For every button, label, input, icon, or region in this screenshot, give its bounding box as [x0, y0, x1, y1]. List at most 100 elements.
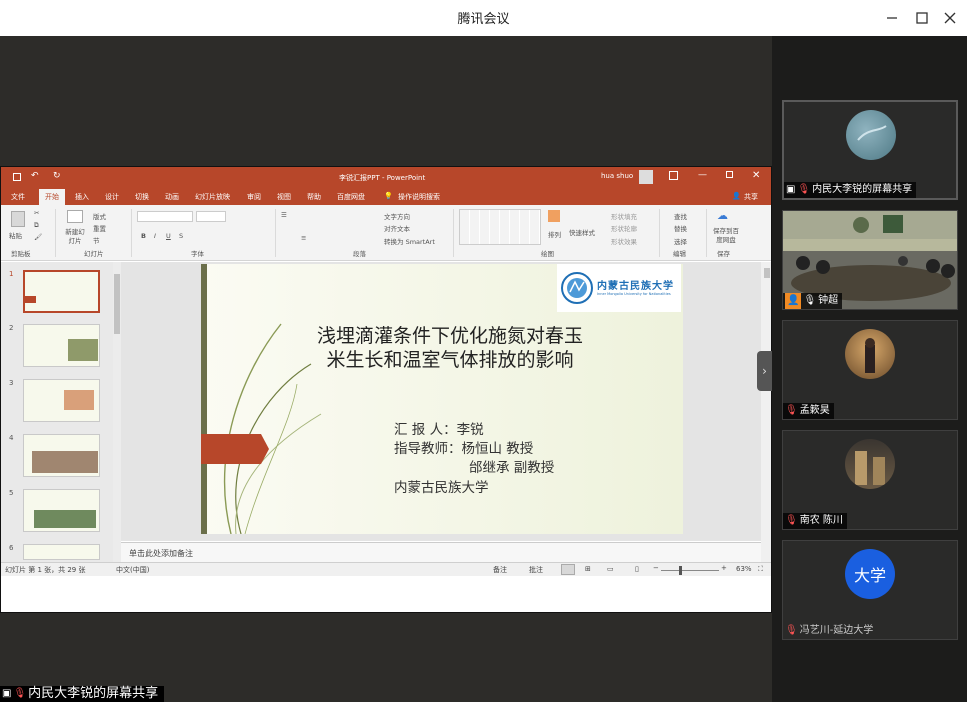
tab-animations[interactable]: 动画 [165, 192, 179, 202]
tab-file[interactable]: 文件 [11, 192, 25, 202]
bold-icon[interactable]: B [141, 232, 146, 240]
participant-label: 🎙 冯艺川-延边大学 [783, 623, 877, 639]
save-baidu-button[interactable]: 保存到百度网盘 [711, 227, 741, 245]
share-icon[interactable]: 👤 [732, 192, 741, 200]
tab-design[interactable]: 设计 [105, 192, 119, 202]
format-painter-icon[interactable]: 🖌 [34, 233, 42, 241]
tell-me-search[interactable]: 操作说明搜索 [398, 192, 440, 202]
notes-button[interactable]: 备注 [493, 565, 507, 575]
zoom-level[interactable]: 63% [736, 565, 752, 573]
font-size-dropdown[interactable] [196, 211, 226, 222]
user-avatar[interactable] [639, 170, 653, 184]
maximize-icon[interactable] [912, 8, 932, 28]
align-text-button[interactable]: 对齐文本 [384, 223, 410, 233]
thumbnails-scrollbar[interactable] [113, 262, 121, 562]
arrange-button[interactable]: 排列 [548, 229, 561, 239]
ribbon-options-icon[interactable] [669, 171, 678, 180]
cut-icon[interactable]: ✂ [34, 209, 39, 217]
current-slide[interactable]: 内蒙古民族大学 Inner Mongolia University for Na… [201, 264, 683, 534]
shapes-gallery[interactable] [459, 209, 541, 245]
zoom-slider[interactable]: − + [653, 564, 727, 575]
reset-button[interactable]: 重置 [93, 223, 106, 233]
ppt-restore-icon[interactable] [726, 171, 733, 178]
tab-transitions[interactable]: 切换 [135, 192, 149, 202]
slide-thumbnail-3[interactable] [23, 379, 100, 422]
paste-button[interactable]: 粘贴 [9, 230, 22, 240]
expand-panel-button[interactable]: › [757, 351, 772, 391]
font-name-dropdown[interactable] [137, 211, 193, 222]
tab-slideshow[interactable]: 幻灯片放映 [195, 192, 230, 202]
notes-placeholder: 单击此处添加备注 [129, 549, 193, 558]
slide-title[interactable]: 浅埋滴灌条件下优化施氮对春玉 米生长和温室气体排放的影响 [285, 324, 615, 372]
notes-pane[interactable]: 单击此处添加备注 [121, 542, 761, 562]
share-button[interactable]: 共享 [744, 192, 758, 202]
smartart-button[interactable]: 转换为 SmartArt [384, 236, 435, 246]
slide-thumbnail-2[interactable] [23, 324, 100, 367]
title-bar: 腾讯会议 [0, 0, 967, 36]
slide-thumbnail-5[interactable] [23, 489, 100, 532]
select-button[interactable]: 选择 [674, 236, 687, 246]
slide-scrollbar[interactable] [761, 262, 771, 562]
undo-icon[interactable]: ↶ [31, 171, 39, 181]
user-name[interactable]: hua shuo [601, 172, 633, 180]
slide-thumbnail-4[interactable] [23, 434, 100, 477]
new-slide-icon[interactable] [67, 210, 83, 223]
baidu-cloud-icon[interactable]: ☁ [717, 209, 728, 222]
bullets-icon[interactable]: ☰ [281, 211, 287, 219]
language-indicator[interactable]: 中文(中国) [116, 565, 149, 575]
shape-fill-button[interactable]: 形状填充 [611, 211, 637, 221]
close-icon[interactable] [940, 8, 960, 28]
tab-review[interactable]: 审阅 [247, 192, 261, 202]
reporter-line: 汇 报 人：李锐 [394, 422, 484, 438]
slide-thumbnail-6[interactable] [23, 544, 100, 560]
ppt-minimize-icon[interactable]: — [698, 170, 707, 180]
university-line: 内蒙古民族大学 [394, 480, 489, 496]
thumb-number: 2 [9, 324, 14, 332]
tab-help[interactable]: 帮助 [307, 192, 321, 202]
paste-icon[interactable] [11, 211, 25, 227]
participant-tile[interactable]: 🎙 孟簌昊 [782, 320, 958, 420]
normal-view-icon[interactable] [561, 564, 575, 575]
tab-insert[interactable]: 插入 [75, 192, 89, 202]
tab-view[interactable]: 视图 [277, 192, 291, 202]
shape-effects-button[interactable]: 形状效果 [611, 236, 637, 246]
fit-slide-icon[interactable]: ⛶ [758, 565, 763, 574]
participant-tile[interactable]: ▣ 🎙 内民大李锐的屏幕共享 [782, 100, 958, 200]
align-icon[interactable]: ≡ [301, 234, 306, 242]
copy-icon[interactable]: ⧉ [34, 221, 39, 230]
ppt-close-icon[interactable]: ✕ [752, 170, 760, 181]
reading-view-icon[interactable]: ▭ [607, 565, 614, 573]
slide-thumbnail-1[interactable] [23, 270, 100, 313]
slide-sorter-icon[interactable]: ⊞ [585, 565, 591, 573]
tab-home[interactable]: 开始 [39, 189, 65, 205]
minimize-icon[interactable] [882, 8, 902, 28]
redo-icon[interactable]: ↻ [53, 171, 61, 181]
new-slide-button[interactable]: 新建幻灯片 [64, 228, 86, 246]
participant-tile[interactable]: 🎙 南农 陈川 [782, 430, 958, 530]
app-title: 腾讯会议 [457, 12, 510, 27]
slideshow-icon[interactable]: ▯ [635, 565, 639, 573]
save-icon[interactable] [13, 173, 21, 181]
find-button[interactable]: 查找 [674, 211, 687, 221]
thumb-number: 6 [9, 544, 14, 552]
arrange-icon[interactable] [548, 210, 560, 222]
slide-title-line1: 浅埋滴灌条件下优化施氮对春玉 [316, 325, 583, 347]
mic-muted-icon: 🎙 [797, 184, 811, 195]
section-button[interactable]: 节 [93, 235, 100, 245]
group-paragraph: 段落 [353, 250, 366, 258]
slide-canvas: 内蒙古民族大学 Inner Mongolia University for Na… [121, 262, 761, 541]
slide-thumbnails-panel: 1 2 3 4 5 6 [1, 262, 113, 562]
replace-button[interactable]: 替换 [674, 223, 687, 233]
text-direction-button[interactable]: 文字方向 [384, 211, 410, 221]
participant-tile[interactable]: 大学 🎙 冯艺川-延边大学 [782, 540, 958, 640]
shape-outline-button[interactable]: 形状轮廓 [611, 223, 637, 233]
quick-styles-button[interactable]: 快速样式 [569, 229, 603, 238]
shadow-icon[interactable]: S [179, 232, 183, 240]
comments-button[interactable]: 批注 [529, 565, 543, 575]
tab-baidu[interactable]: 百度网盘 [337, 192, 365, 202]
underline-icon[interactable]: U [166, 232, 171, 240]
italic-icon[interactable]: I [154, 232, 156, 240]
logo-text: 内蒙古民族大学 [597, 281, 674, 292]
participant-tile[interactable]: 👤 🎙 钟超 [782, 210, 958, 310]
layout-button[interactable]: 版式 [93, 211, 106, 221]
